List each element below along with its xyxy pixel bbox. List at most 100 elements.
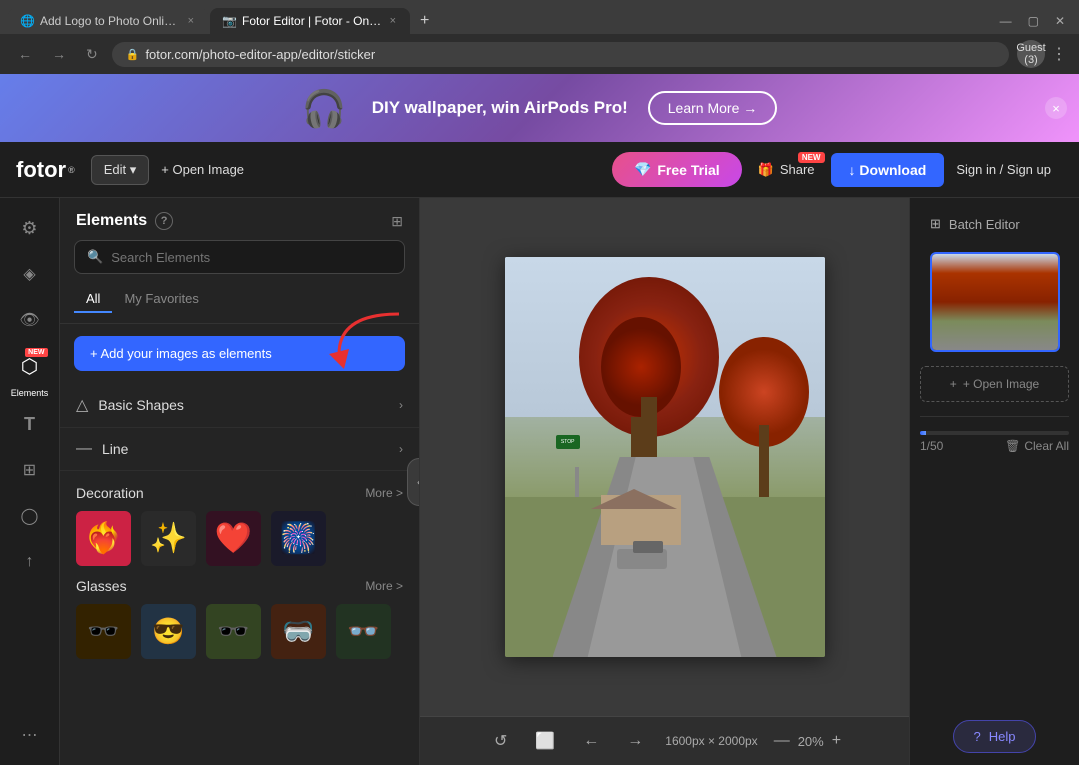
house-roof [591, 489, 677, 509]
add-elements-button[interactable]: + Add your images as elements [74, 336, 405, 371]
free-trial-label: Free Trial [657, 162, 719, 178]
clear-all-button[interactable]: 🗑 Clear All [1005, 439, 1069, 453]
help-button[interactable]: ? Help [953, 720, 1037, 753]
upload-tool-button[interactable]: ↑ [10, 542, 50, 582]
adjust-tool-button[interactable]: ◈ [10, 254, 50, 294]
crop-button[interactable]: ⬜ [529, 727, 561, 755]
elements-side-panel: Elements ? ⊞ 🔍 All My Favorites + Add yo… [60, 198, 420, 765]
signin-button[interactable]: Sign in / Sign up [944, 154, 1063, 185]
tab-favorites[interactable]: My Favorites [112, 286, 210, 313]
rotate-button[interactable]: ↺ [488, 727, 513, 755]
redo-button[interactable]: → [621, 728, 649, 754]
address-bar[interactable]: 🔒 fotor.com/photo-editor-app/editor/stic… [112, 42, 1009, 67]
elements-new-badge: NEW [25, 348, 47, 357]
basic-shapes-left: △ Basic Shapes [76, 395, 184, 415]
deco-item-1[interactable]: ❤️‍🔥 [76, 511, 131, 566]
progress-container: 1/50 🗑 Clear All [920, 431, 1069, 453]
tab-all[interactable]: All [74, 286, 112, 313]
text-tool-button[interactable]: T [10, 404, 50, 444]
decoration-more-link[interactable]: More > [365, 486, 403, 500]
tab-2-close-icon[interactable]: × [388, 15, 398, 27]
progress-fill [920, 431, 926, 435]
minimize-button[interactable]: — [994, 10, 1018, 32]
main-layout: ⚙ ◈ 👁 ⬡ NEW Elements T ⊞ ◯ ↑ ⋯ [0, 198, 1079, 765]
undo-button[interactable]: ← [577, 728, 605, 754]
progress-count: 1/50 [920, 439, 943, 453]
panel-divider [920, 416, 1069, 417]
open-image-button[interactable]: + Open Image [149, 156, 256, 183]
decoration-title: Decoration [76, 485, 144, 501]
basic-shapes-section[interactable]: △ Basic Shapes › [60, 383, 419, 428]
tool-layers: ⊞ [10, 450, 50, 490]
airpods-image: 🎧 [302, 88, 352, 128]
grid-view-icon[interactable]: ⊞ [391, 213, 403, 230]
zoom-controls: — 20% + [774, 732, 841, 750]
tab-1-close-icon[interactable]: × [186, 15, 196, 27]
forward-button[interactable]: → [46, 42, 72, 66]
promo-close-button[interactable]: × [1045, 97, 1067, 119]
truck-cab [633, 541, 663, 553]
search-icon: 🔍 [87, 249, 103, 265]
filters-tool-button[interactable]: ⚙ [10, 208, 50, 248]
panel-header: Elements ? ⊞ [60, 198, 419, 240]
tool-adjust: ◈ [10, 254, 50, 294]
line-icon: — [76, 440, 92, 458]
reload-button[interactable]: ↻ [80, 42, 104, 67]
image-thumbnail[interactable] [930, 252, 1060, 352]
deco-item-3[interactable]: ❤️ [206, 511, 261, 566]
nav-bar: ← → ↻ 🔒 fotor.com/photo-editor-app/edito… [0, 34, 1079, 74]
glasses-more-link[interactable]: More > [365, 579, 403, 593]
tab-2-favicon: 📷 [222, 14, 236, 28]
line-section[interactable]: — Line › [60, 428, 419, 471]
profile-button[interactable]: Guest (3) [1017, 40, 1045, 68]
search-box[interactable]: 🔍 [74, 240, 405, 274]
elements-tool-button[interactable]: ⬡ NEW [10, 346, 50, 386]
promo-text: DIY wallpaper, win AirPods Pro! [372, 98, 628, 118]
share-button[interactable]: 🎁 Share NEW [742, 154, 831, 186]
search-input[interactable] [111, 250, 392, 265]
glasses-item-4[interactable]: 🥽 [271, 604, 326, 659]
line-label: Line [102, 441, 128, 457]
address-text: fotor.com/photo-editor-app/editor/sticke… [145, 47, 375, 62]
download-button[interactable]: ↓ Download [831, 153, 945, 187]
free-trial-button[interactable]: 💎 Free Trial [612, 152, 742, 187]
help-circle-icon: ? [974, 729, 981, 744]
zoom-in-button[interactable]: + [832, 732, 841, 750]
app-header: fotor® Edit ▾ + Open Image 💎 Free Trial … [0, 142, 1079, 198]
open-image-panel-button[interactable]: + + Open Image [920, 366, 1069, 402]
panel-collapse-handle[interactable]: ‹ [407, 458, 420, 506]
progress-bar [920, 431, 1069, 435]
help-icon[interactable]: ? [155, 212, 173, 230]
layers-tool-button[interactable]: ⊞ [10, 450, 50, 490]
tab-2[interactable]: 📷 Fotor Editor | Fotor - Online... × [210, 8, 410, 34]
canvas-wrapper: STOP [420, 198, 909, 716]
learn-more-button[interactable]: Learn More → [648, 91, 777, 125]
new-tab-button[interactable]: + [412, 8, 437, 34]
glasses-item-1[interactable]: 🕶️ [76, 604, 131, 659]
edit-button[interactable]: Edit ▾ [91, 155, 150, 185]
deco-item-4[interactable]: 🎆 [271, 511, 326, 566]
tab-bar-actions: — ▢ ✕ [994, 10, 1071, 32]
share-label: Share [780, 162, 815, 177]
glasses-item-2[interactable]: 😎 [141, 604, 196, 659]
zoom-out-button[interactable]: — [774, 732, 790, 750]
browser-menu-button[interactable]: ⋮ [1051, 44, 1067, 64]
tool-effects: ◯ [10, 496, 50, 536]
tab-1[interactable]: 🌐 Add Logo to Photo Online for... × [8, 8, 208, 34]
clear-all-label: Clear All [1024, 439, 1069, 453]
more-tool-button[interactable]: ⋯ [10, 715, 50, 755]
batch-editor-button[interactable]: ⊞ Batch Editor [920, 210, 1069, 238]
sign-pole [575, 467, 579, 497]
glasses-item-3[interactable]: 🕶️ [206, 604, 261, 659]
back-button[interactable]: ← [12, 42, 38, 66]
thumbnail-image [932, 254, 1058, 350]
tab-1-title: Add Logo to Photo Online for... [40, 14, 180, 28]
tab-bar: 🌐 Add Logo to Photo Online for... × 📷 Fo… [0, 0, 1079, 34]
close-window-button[interactable]: ✕ [1049, 10, 1071, 32]
autumn-scene: STOP [505, 257, 825, 657]
eye-tool-button[interactable]: 👁 [10, 300, 50, 340]
effects-tool-button[interactable]: ◯ [10, 496, 50, 536]
deco-item-2[interactable]: ✨ [141, 511, 196, 566]
maximize-button[interactable]: ▢ [1022, 10, 1045, 32]
glasses-item-5[interactable]: 👓 [336, 604, 391, 659]
